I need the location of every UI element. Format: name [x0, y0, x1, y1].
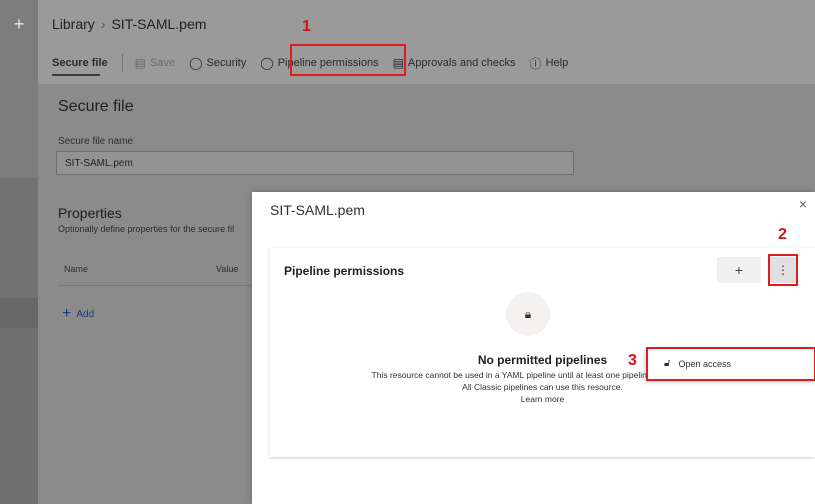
highlight-box-more-options	[768, 254, 798, 286]
breadcrumb: Library › SIT-SAML.pem	[52, 16, 206, 32]
tab-security[interactable]: ◯ Security	[189, 56, 246, 70]
add-property-button[interactable]: + Add	[62, 305, 94, 323]
column-header-name: Name	[64, 264, 89, 274]
chevron-right-icon: ›	[100, 16, 106, 32]
left-nav-rail: +	[0, 0, 38, 504]
breadcrumb-library[interactable]: Library	[52, 16, 95, 32]
tab-approvals-and-checks[interactable]: ▤ Approvals and checks	[393, 56, 516, 70]
tab-secure-file[interactable]: Secure file	[52, 57, 108, 69]
annotation-number-3: 3	[628, 352, 637, 369]
dialog-title: SIT-SAML.pem	[270, 202, 365, 218]
learn-more-link[interactable]: Learn more	[270, 394, 815, 404]
add-label: Add	[76, 308, 95, 320]
breadcrumb-current: SIT-SAML.pem	[111, 16, 207, 32]
save-button[interactable]: ▤ Save	[135, 56, 175, 70]
section-heading-properties: Properties	[58, 205, 122, 221]
plus-icon: +	[62, 305, 72, 322]
tab-help[interactable]: ⓘ Help	[530, 55, 569, 72]
active-tab-indicator	[52, 74, 100, 76]
pipeline-permissions-card: Pipeline permissions + ⋮ 2 🔒︎ No permitt…	[270, 226, 815, 457]
secure-file-name-label: Secure file name	[58, 136, 134, 147]
section-heading-secure-file: Secure file	[58, 98, 134, 115]
nav-band	[0, 178, 38, 298]
shield-icon: ◯	[189, 56, 203, 70]
toolbar-divider	[121, 54, 123, 72]
lock-icon: 🔒︎	[506, 292, 550, 336]
secure-file-name-input[interactable]: SIT-SAML.pem	[56, 151, 574, 175]
nav-band	[0, 298, 38, 328]
table-divider	[58, 285, 258, 286]
nav-band	[0, 328, 38, 504]
annotation-number-1: 1	[302, 18, 311, 35]
highlight-box-pipeline-permissions	[290, 44, 406, 76]
highlight-box-open-access	[646, 347, 815, 381]
new-item-icon[interactable]: +	[0, 14, 38, 35]
annotation-number-2: 2	[778, 226, 787, 243]
shield-icon: ◯	[260, 56, 274, 70]
properties-description: Optionally define properties for the sec…	[58, 224, 235, 234]
column-header-value: Value	[216, 264, 239, 274]
empty-state-classic-note: All Classic pipelines can use this resou…	[462, 382, 623, 392]
save-icon: ▤	[134, 56, 146, 70]
card-title: Pipeline permissions	[284, 264, 405, 278]
close-icon[interactable]: ×	[799, 196, 807, 212]
add-pipeline-button[interactable]: +	[717, 257, 761, 283]
pipeline-permissions-dialog: SIT-SAML.pem × Pipeline permissions + ⋮ …	[252, 192, 815, 504]
help-icon: ⓘ	[529, 56, 542, 71]
